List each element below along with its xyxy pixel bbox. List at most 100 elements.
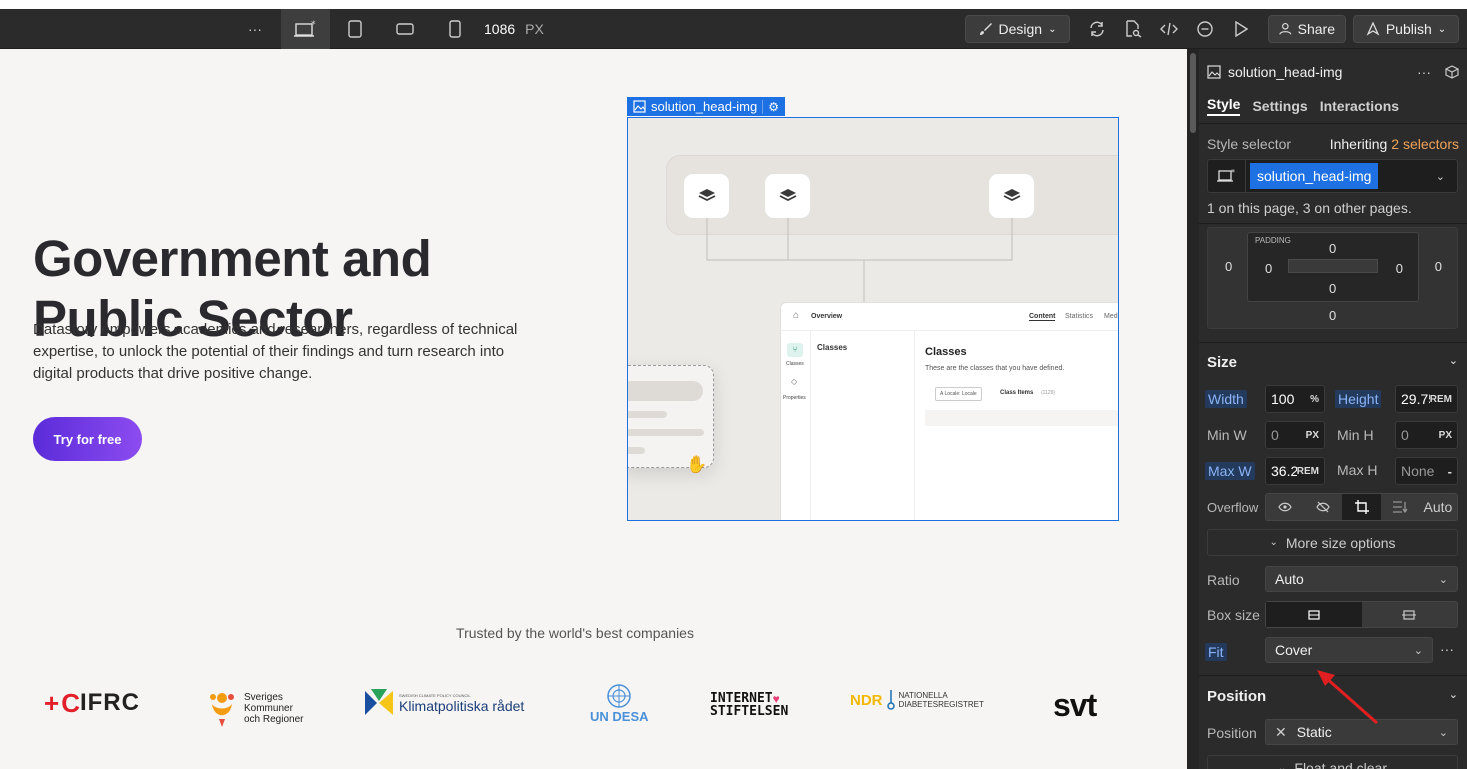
tag-icon: ◇ xyxy=(791,377,798,386)
chevron-down-icon[interactable]: ⌄ xyxy=(1436,170,1445,183)
translate-icon: A xyxy=(940,391,944,397)
more-dots: ··· xyxy=(248,21,262,37)
selector-state-icon[interactable]: * xyxy=(1208,160,1246,192)
canvas-scrollbar[interactable] xyxy=(1187,49,1199,769)
red-cross-icon: + xyxy=(44,688,60,718)
breakpoint-landscape-button[interactable] xyxy=(390,9,420,49)
share-label: Share xyxy=(1297,21,1335,37)
breakpoint-desktop-button[interactable]: * xyxy=(281,9,330,49)
min-width-unit[interactable]: PX xyxy=(1306,430,1319,441)
overflow-visible-option[interactable] xyxy=(1266,494,1304,520)
size-section-header[interactable]: Size ⌄ xyxy=(1207,354,1458,371)
min-width-input[interactable]: 0 PX xyxy=(1265,421,1325,449)
padding-left-value[interactable]: 0 xyxy=(1265,261,1272,276)
overflow-clip-option[interactable] xyxy=(1342,494,1381,520)
stiftelsen-text: STIFTELSEN xyxy=(710,704,789,719)
preview-button[interactable] xyxy=(1228,9,1254,49)
height-unit[interactable]: REM xyxy=(1430,394,1452,405)
comments-button[interactable] xyxy=(1192,9,1218,49)
ifrc-text: IFRC xyxy=(79,689,140,716)
max-height-unit[interactable]: - xyxy=(1448,464,1452,479)
breakpoint-tablet-button[interactable] xyxy=(340,9,370,49)
gear-icon[interactable]: ⚙ xyxy=(762,99,779,114)
position-section-title: Position xyxy=(1207,688,1267,705)
width-unit[interactable]: % xyxy=(1310,394,1319,405)
brush-icon xyxy=(979,23,992,35)
chevron-down-icon: ⌄ xyxy=(1448,355,1458,367)
max-width-unit[interactable]: REM xyxy=(1297,466,1319,477)
close-icon: ✕ xyxy=(1275,723,1287,740)
comment-icon xyxy=(1197,21,1213,37)
fit-more-icon[interactable]: ··· xyxy=(1440,641,1454,657)
float-and-clear-button[interactable]: ⌄ Float and clear xyxy=(1207,755,1458,769)
layers-icon xyxy=(684,174,729,218)
design-canvas[interactable]: Government and Public Sector Datastory e… xyxy=(0,49,1187,769)
mock-overview: Overview xyxy=(811,313,843,320)
ratio-select[interactable]: Auto ⌄ xyxy=(1265,566,1458,592)
try-for-free-button[interactable]: Try for free xyxy=(33,417,142,461)
svg-text:*: * xyxy=(311,20,316,30)
mock-class-count: (1129) xyxy=(1041,390,1056,396)
max-width-input[interactable]: 36.25 REM xyxy=(1265,457,1325,485)
inheriting-selectors-link[interactable]: 2 selectors xyxy=(1391,136,1459,152)
home-icon: ⌂ xyxy=(793,310,800,321)
canvas-width-readout[interactable]: 1086 PX xyxy=(484,9,564,49)
crop-icon xyxy=(1354,500,1369,514)
code-button[interactable] xyxy=(1156,9,1182,49)
scrollbar-thumb[interactable] xyxy=(1190,53,1196,133)
klimat-text: Klimatpolitiska rådet xyxy=(399,697,525,714)
design-mode-button[interactable]: Design ⌄ xyxy=(965,15,1070,43)
more-options-icon[interactable]: ··· xyxy=(1417,64,1431,80)
scroll-icon xyxy=(1392,501,1408,514)
selector-field[interactable]: * solution_head-img ⌄ xyxy=(1207,159,1458,193)
min-height-unit[interactable]: PX xyxy=(1439,430,1452,441)
max-height-input[interactable]: None - xyxy=(1395,457,1458,485)
audit-button[interactable] xyxy=(1120,9,1146,49)
padding-bottom-value[interactable]: 0 xyxy=(1329,281,1336,296)
margin-bottom-value[interactable]: 0 xyxy=(1329,308,1336,323)
selector-chip[interactable]: solution_head-img xyxy=(1250,163,1379,189)
heart-icon: ♥ xyxy=(772,691,780,706)
mock-tab-content: Content xyxy=(1029,313,1056,321)
red-crescent-icon: C xyxy=(61,688,80,718)
image-icon xyxy=(1207,65,1221,79)
min-height-value: 0 xyxy=(1401,427,1409,443)
solution-head-image[interactable]: ⌂ Overview Content Statistics Med ⑂ Clas… xyxy=(627,117,1119,521)
tab-interactions[interactable]: Interactions xyxy=(1320,98,1399,114)
margin-left-value[interactable]: 0 xyxy=(1225,259,1232,274)
overflow-auto-option[interactable]: Auto xyxy=(1419,494,1457,520)
canvas-width-unit: PX xyxy=(525,21,544,37)
width-input[interactable]: 100 % xyxy=(1265,385,1325,413)
tab-style[interactable]: Style xyxy=(1207,96,1241,116)
position-label: Position xyxy=(1207,725,1257,741)
padding-top-value[interactable]: 0 xyxy=(1329,241,1336,256)
overflow-segmented: Auto xyxy=(1265,493,1458,521)
hero-description[interactable]: Datastory empowers academics and researc… xyxy=(33,319,523,385)
margin-right-value[interactable]: 0 xyxy=(1435,259,1442,274)
ndr-line-1: NATIONELLA xyxy=(898,691,948,700)
share-button[interactable]: Share xyxy=(1268,15,1346,43)
overflow-scroll-option[interactable] xyxy=(1381,494,1419,520)
sync-button[interactable] xyxy=(1084,9,1110,49)
chevron-down-icon: ⌄ xyxy=(1413,644,1423,657)
padding-right-value[interactable]: 0 xyxy=(1396,261,1403,276)
publish-button[interactable]: Publish ⌄ xyxy=(1353,15,1459,43)
box-size-border-option[interactable] xyxy=(1266,602,1362,627)
box-size-content-option[interactable] xyxy=(1362,602,1458,627)
logo-skr: Sveriges Kommuner och Regioner xyxy=(208,689,303,727)
breakpoint-mobile-button[interactable] xyxy=(440,9,470,49)
tab-settings[interactable]: Settings xyxy=(1252,98,1307,114)
more-menu-button[interactable]: ··· xyxy=(240,9,270,49)
component-icon[interactable] xyxy=(1445,65,1459,79)
height-input[interactable]: 29.75 REM xyxy=(1395,385,1458,413)
more-size-options-label: More size options xyxy=(1285,534,1396,551)
style-selector-row: Style selector Inheriting 2 selectors xyxy=(1207,134,1459,154)
svg-text:*: * xyxy=(1231,168,1235,177)
more-size-options-button[interactable]: ⌄ More size options xyxy=(1207,529,1458,556)
logo-internetstiftelsen: INTERNET ♥ STIFTELSEN xyxy=(710,692,788,718)
overflow-hidden-option[interactable] xyxy=(1304,494,1342,520)
ratio-label: Ratio xyxy=(1207,572,1240,588)
selected-element-label[interactable]: solution_head-img ⚙ xyxy=(627,97,785,116)
browser-top-gap xyxy=(0,0,1467,9)
min-height-input[interactable]: 0 PX xyxy=(1395,421,1458,449)
